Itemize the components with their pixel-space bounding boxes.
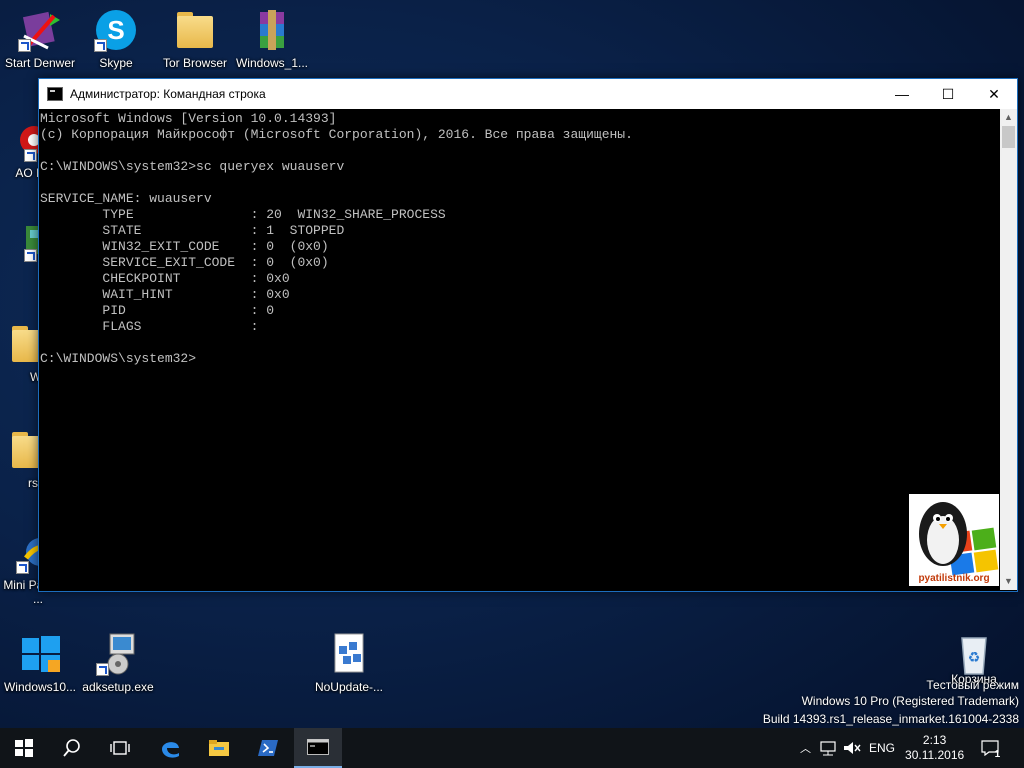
build-label: Build 14393.rs1_release_inmarket.161004-…	[762, 712, 1019, 726]
console-line: (c) Корпорация Майкрософт (Microsoft Cor…	[40, 127, 633, 142]
shortcut-arrow-icon	[94, 39, 107, 52]
window-title: Администратор: Командная строка	[70, 87, 266, 101]
desktop-icon-start-denwer[interactable]: Start Denwer	[2, 8, 78, 70]
svg-text:♻: ♻	[968, 650, 981, 666]
test-mode-label: Тестовый режим	[926, 678, 1019, 692]
task-view-icon	[110, 741, 130, 755]
desktop-icon-label: NoUpdate-...	[314, 680, 384, 694]
scroll-up-arrow-icon[interactable]: ▲	[1000, 109, 1017, 126]
console-line: TYPE : 20 WIN32_SHARE_PROCESS	[40, 207, 446, 222]
system-tray: ︿ ENG 2:13 30.11.2016 1	[800, 728, 1002, 768]
shortcut-arrow-icon	[24, 249, 37, 262]
desktop-icon-label: adksetup.exe	[82, 680, 154, 694]
site-logo: pyatilistnik.org	[909, 494, 999, 586]
logo-text: pyatilistnik.org	[918, 573, 990, 584]
svg-text:S: S	[107, 15, 124, 45]
volume-muted-icon[interactable]	[843, 740, 861, 756]
console-output[interactable]: Microsoft Windows [Version 10.0.14393] (c…	[39, 109, 1000, 592]
folder-icon	[173, 8, 217, 52]
shortcut-arrow-icon	[16, 561, 29, 574]
desktop-icon-label: Start Denwer	[4, 56, 76, 70]
cmd-icon	[47, 87, 63, 101]
console-line: SERVICE_NAME: wuauserv	[40, 191, 212, 206]
console-line: Microsoft Windows [Version 10.0.14393]	[40, 111, 337, 126]
taskbar-powershell[interactable]	[244, 728, 292, 768]
network-icon[interactable]	[819, 740, 837, 756]
desktop-icon-windows10[interactable]: Windows10...	[2, 632, 78, 694]
notification-count-badge: 1	[994, 749, 1001, 760]
search-icon	[63, 739, 80, 757]
windows-logo-icon	[18, 632, 62, 676]
console-line: PID : 0	[40, 303, 275, 318]
clock-time: 2:13	[922, 733, 947, 747]
start-button[interactable]	[0, 728, 48, 768]
console-line: FLAGS :	[40, 319, 259, 334]
skype-icon: S	[94, 8, 138, 52]
console-line: WIN32_EXIT_CODE : 0 (0x0)	[40, 239, 329, 254]
console-line: STATE : 1 STOPPED	[40, 223, 345, 238]
shortcut-arrow-icon	[96, 663, 109, 676]
window-titlebar[interactable]: Администратор: Командная строка — ☐ ✕	[39, 79, 1017, 109]
desktop-icon-skype[interactable]: S Skype	[78, 8, 154, 70]
shortcut-arrow-icon	[24, 149, 37, 162]
show-hidden-icons-chevron-up-icon[interactable]: ︿	[800, 740, 811, 756]
desktop-icon-label: Windows_1...	[235, 56, 309, 70]
minimize-button[interactable]: —	[879, 79, 925, 109]
cmd-icon	[307, 739, 329, 755]
winrar-archive-icon	[250, 8, 294, 52]
desktop-icon-windows-archive[interactable]: Windows_1...	[234, 8, 310, 70]
console-line: SERVICE_EXIT_CODE : 0 (0x0)	[40, 255, 329, 270]
taskbar-edge[interactable]	[146, 728, 194, 768]
file-explorer-icon	[209, 740, 229, 756]
console-line: WAIT_HINT : 0x0	[40, 287, 290, 302]
desktop-icon-adksetup[interactable]: adksetup.exe	[80, 632, 156, 694]
desktop-icon-noupdate[interactable]: NoUpdate-...	[311, 632, 387, 694]
denwer-icon	[18, 8, 62, 52]
registry-file-icon	[327, 632, 371, 676]
console-line: C:\WINDOWS\system32>sc queryex wuauserv	[40, 159, 345, 174]
task-view-button[interactable]	[96, 728, 144, 768]
search-button[interactable]	[48, 728, 96, 768]
desktop-icon-label: Tor Browser	[162, 56, 227, 70]
scroll-down-arrow-icon[interactable]: ▼	[1000, 573, 1017, 590]
console-line: C:\WINDOWS\system32>	[40, 351, 197, 366]
recycle-bin-icon: ♻	[952, 632, 996, 676]
vertical-scrollbar[interactable]: ▲ ▼	[1000, 109, 1017, 590]
desktop-icon-tor-browser[interactable]: Tor Browser	[157, 8, 233, 70]
input-language-indicator[interactable]: ENG	[869, 741, 895, 755]
taskbar-file-explorer[interactable]	[195, 728, 243, 768]
taskbar-command-prompt[interactable]	[294, 728, 342, 768]
scrollbar-thumb[interactable]	[1002, 126, 1015, 148]
desktop-icon-label: Skype	[99, 56, 133, 70]
installer-icon	[96, 632, 140, 676]
edge-browser-icon	[162, 742, 179, 758]
maximize-button[interactable]: ☐	[925, 79, 971, 109]
close-button[interactable]: ✕	[971, 79, 1017, 109]
edition-label: Windows 10 Pro (Registered Trademark)	[801, 694, 1019, 708]
desktop-icon-label: Windows10...	[3, 680, 77, 694]
command-prompt-window[interactable]: Администратор: Командная строка — ☐ ✕ Mi…	[38, 78, 1018, 592]
action-center-button[interactable]: 1	[978, 736, 1002, 760]
clock[interactable]: 2:13 30.11.2016	[905, 733, 964, 763]
shortcut-arrow-icon	[18, 39, 31, 52]
console-line: CHECKPOINT : 0x0	[40, 271, 290, 286]
clock-date: 30.11.2016	[905, 748, 965, 762]
windows-start-icon	[15, 739, 33, 757]
taskbar: ︿ ENG 2:13 30.11.2016 1	[0, 728, 1024, 768]
powershell-icon	[258, 740, 278, 756]
